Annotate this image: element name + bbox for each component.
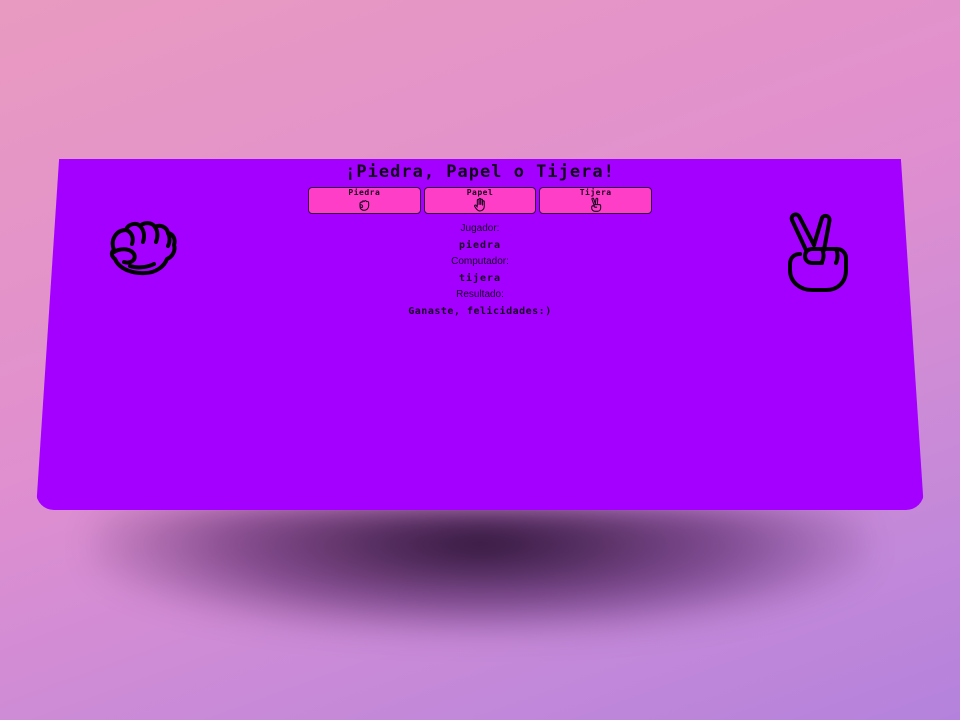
scissors-button[interactable]: Tijera (539, 187, 653, 214)
paper-button-label: Papel (466, 188, 494, 197)
player-fist-icon (109, 221, 177, 276)
result-value: Ganaste, felicidades:) (408, 306, 552, 317)
choice-buttons: Piedra Papel Tijera (308, 187, 653, 214)
rock-button-label: Piedra (348, 188, 381, 197)
game-card: ¡Piedra, Papel o Tijera! Piedra Papel Ti… (36, 159, 924, 510)
page-title: ¡Piedra, Papel o Tijera! (345, 162, 615, 182)
peace-hand-icon (590, 197, 601, 212)
fist-icon (359, 200, 370, 211)
page-stage: ¡Piedra, Papel o Tijera! Piedra Papel Ti… (0, 0, 960, 720)
open-hand-icon (474, 197, 485, 212)
computer-peace-hand-icon (788, 212, 848, 292)
rock-button[interactable]: Piedra (308, 187, 421, 214)
scissors-button-label: Tijera (579, 188, 612, 197)
paper-button[interactable]: Papel (423, 187, 537, 214)
card-shadow (90, 505, 870, 635)
